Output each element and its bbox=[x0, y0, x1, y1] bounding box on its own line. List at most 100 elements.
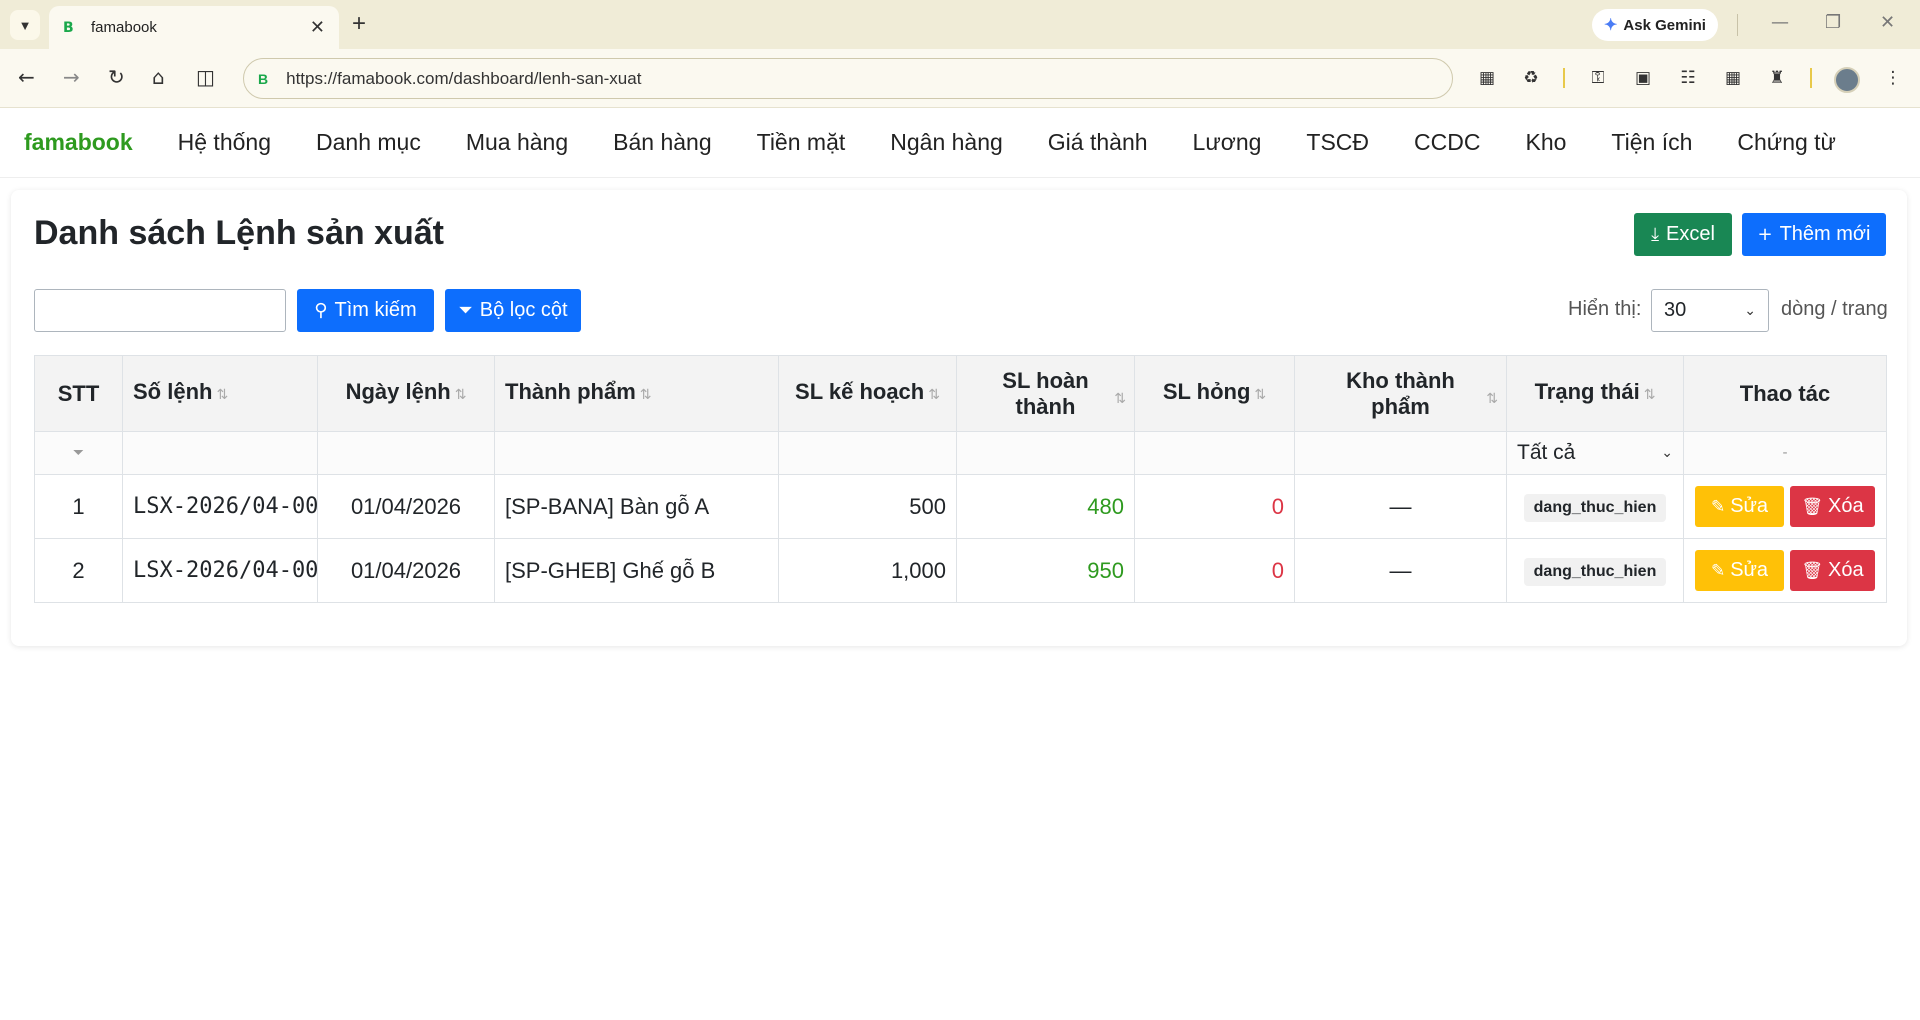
page-size-suffix: dòng / trang bbox=[1781, 298, 1888, 320]
nav-item-kho[interactable]: Kho bbox=[1525, 129, 1566, 156]
nav-item-he-thong[interactable]: Hệ thống bbox=[178, 129, 271, 156]
new-tab-button[interactable]: + bbox=[352, 10, 366, 38]
brand-logo[interactable]: famabook bbox=[24, 129, 133, 156]
excel-export-button[interactable]: ⤓ Excel bbox=[1634, 213, 1732, 256]
favicon-icon: B bbox=[63, 19, 74, 36]
reading-mode-icon[interactable]: ◫ bbox=[196, 66, 215, 88]
site-info-icon[interactable]: B bbox=[258, 71, 268, 87]
sort-icon[interactable]: ⇅ bbox=[1486, 386, 1498, 412]
col-so-lenh[interactable]: Số lệnh ⇅ bbox=[122, 355, 318, 432]
filter-cell: ⏷ bbox=[34, 431, 123, 475]
cell-so-lenh: LSX-2026/04-002 bbox=[122, 538, 318, 603]
status-badge: dang_thuc_hien bbox=[1523, 557, 1667, 586]
nav-item-ban-hang[interactable]: Bán hàng bbox=[613, 129, 711, 156]
filter-so-lenh[interactable] bbox=[122, 431, 318, 475]
cell-ngay-lenh: 01/04/2026 bbox=[317, 474, 495, 539]
cell-sl-hoan-thanh: 950 bbox=[956, 538, 1135, 603]
delete-button[interactable]: 🗑 Xóa bbox=[1790, 550, 1875, 591]
nav-item-tien-mat[interactable]: Tiền mặt bbox=[757, 129, 846, 156]
edit-label: Sửa bbox=[1730, 559, 1769, 581]
nav-item-luong[interactable]: Lương bbox=[1193, 129, 1262, 156]
forward-icon[interactable]: → bbox=[63, 66, 80, 88]
search-input[interactable] bbox=[34, 289, 286, 332]
sort-icon[interactable]: ⇅ bbox=[1644, 387, 1656, 403]
page-size-select[interactable]: 30 ⌄ bbox=[1651, 289, 1769, 332]
cell-thanh-pham: [SP-GHEB] Ghế gỗ B bbox=[494, 538, 779, 603]
url-text[interactable]: https://famabook.com/dashboard/lenh-san-… bbox=[286, 69, 641, 89]
edit-button[interactable]: ✎ Sửa bbox=[1695, 486, 1784, 527]
filter-thao-tac: - bbox=[1683, 431, 1887, 475]
profile-avatar[interactable] bbox=[1834, 67, 1860, 93]
delete-label: Xóa bbox=[1828, 559, 1864, 581]
reading-list-icon[interactable]: ☷ bbox=[1677, 67, 1699, 89]
col-trang-thai[interactable]: Trạng thái ⇅ bbox=[1506, 355, 1684, 432]
col-sl-hong[interactable]: SL hỏng ⇅ bbox=[1134, 355, 1295, 432]
qr-code-icon[interactable]: ▦ bbox=[1476, 67, 1498, 89]
sort-icon[interactable]: ⇅ bbox=[928, 387, 940, 403]
col-thanh-pham[interactable]: Thành phẩm ⇅ bbox=[494, 355, 779, 432]
filter-sl-ke-hoach[interactable] bbox=[778, 431, 957, 475]
column-filter-button[interactable]: ⏷ Bộ lọc cột bbox=[445, 289, 581, 332]
table-row: 1 LSX-2026/04-001 01/04/2026 [SP-BANA] B… bbox=[34, 474, 1887, 539]
password-key-icon[interactable]: ⚿ bbox=[1587, 67, 1609, 89]
filter-trang-thai[interactable]: Tất cả ⌄ bbox=[1506, 431, 1684, 475]
search-icon: ⚲ bbox=[314, 300, 328, 321]
reload-icon[interactable]: ↻ bbox=[108, 66, 125, 88]
browser-toolbar: ← → ↻ ⌂ ◫ B https://famabook.com/dashboa… bbox=[0, 49, 1920, 108]
filter-sl-hong[interactable] bbox=[1134, 431, 1295, 475]
chevron-down-icon: ⌄ bbox=[1661, 445, 1673, 461]
sort-icon[interactable]: ⇅ bbox=[1254, 387, 1266, 403]
divider bbox=[1810, 68, 1812, 88]
close-icon[interactable]: ✕ bbox=[310, 17, 325, 38]
browser-tab[interactable]: B famabook ✕ bbox=[49, 6, 339, 49]
trash-icon: 🗑 bbox=[1801, 496, 1823, 517]
cell-thao-tac: ✎ Sửa 🗑 Xóa bbox=[1683, 474, 1887, 539]
restore-icon[interactable]: ❐ bbox=[1825, 12, 1841, 33]
edit-button[interactable]: ✎ Sửa bbox=[1695, 550, 1784, 591]
filter-ngay-lenh[interactable] bbox=[317, 431, 495, 475]
plus-icon: + bbox=[1757, 224, 1773, 245]
col-sl-ke-hoach[interactable]: SL kế hoạch ⇅ bbox=[778, 355, 957, 432]
window-close-icon[interactable]: ✕ bbox=[1880, 12, 1895, 33]
nav-item-danh-muc[interactable]: Danh mục bbox=[316, 129, 421, 156]
col-sl-hoan-thanh[interactable]: SL hoàn thành ⇅ bbox=[956, 355, 1135, 432]
col-kho-thanh-pham[interactable]: Kho thành phẩm ⇅ bbox=[1294, 355, 1507, 432]
add-new-button[interactable]: + Thêm mới bbox=[1742, 213, 1886, 256]
add-new-label: Thêm mới bbox=[1779, 223, 1871, 245]
sort-icon[interactable]: ⇅ bbox=[640, 387, 652, 403]
minimize-icon[interactable]: — bbox=[1771, 12, 1789, 33]
funnel-icon: ⏷ bbox=[72, 445, 85, 461]
sort-icon[interactable]: ⇅ bbox=[216, 387, 228, 403]
nav-item-ccdc[interactable]: CCDC bbox=[1414, 129, 1480, 156]
nav-item-ngan-hang[interactable]: Ngân hàng bbox=[890, 129, 1003, 156]
search-button[interactable]: ⚲ Tìm kiếm bbox=[297, 289, 434, 332]
home-icon[interactable]: ⌂ bbox=[152, 66, 165, 88]
menu-icon[interactable]: ⋮ bbox=[1882, 67, 1904, 89]
nav-item-mua-hang[interactable]: Mua hàng bbox=[466, 129, 568, 156]
pencil-icon: ✎ bbox=[1710, 560, 1726, 581]
payment-card-icon[interactable]: ▣ bbox=[1632, 67, 1654, 89]
tab-layout-icon[interactable]: ▦ bbox=[1722, 67, 1744, 89]
delete-button[interactable]: 🗑 Xóa bbox=[1790, 486, 1875, 527]
sort-icon[interactable]: ⇅ bbox=[1114, 386, 1126, 412]
excel-label: Excel bbox=[1666, 223, 1715, 245]
extensions-icon[interactable]: ♻ bbox=[1520, 67, 1542, 89]
page-title: Danh sách Lệnh sản xuất bbox=[34, 214, 444, 252]
cell-sl-ke-hoach: 1,000 bbox=[778, 538, 957, 603]
cell-so-lenh: LSX-2026/04-001 bbox=[122, 474, 318, 539]
filter-sl-hoan-thanh[interactable] bbox=[956, 431, 1135, 475]
col-ngay-lenh[interactable]: Ngày lệnh ⇅ bbox=[317, 355, 495, 432]
back-icon[interactable]: ← bbox=[18, 66, 35, 88]
nav-item-gia-thanh[interactable]: Giá thành bbox=[1048, 129, 1148, 156]
filter-trang-thai-value: Tất cả bbox=[1517, 441, 1576, 464]
nav-item-chung-tu[interactable]: Chứng từ bbox=[1737, 129, 1836, 156]
filter-thanh-pham[interactable] bbox=[494, 431, 779, 475]
address-bar[interactable]: B https://famabook.com/dashboard/lenh-sa… bbox=[243, 58, 1453, 99]
incognito-icon[interactable]: ♜ bbox=[1766, 67, 1788, 89]
ask-gemini-button[interactable]: ✦ Ask Gemini bbox=[1592, 9, 1718, 41]
filter-kho-thanh-pham[interactable] bbox=[1294, 431, 1507, 475]
sort-icon[interactable]: ⇅ bbox=[455, 387, 467, 403]
tab-list-button[interactable]: ▼ bbox=[10, 10, 40, 40]
nav-item-tscd[interactable]: TSCĐ bbox=[1306, 129, 1369, 156]
nav-item-tien-ich[interactable]: Tiện ích bbox=[1611, 129, 1692, 156]
